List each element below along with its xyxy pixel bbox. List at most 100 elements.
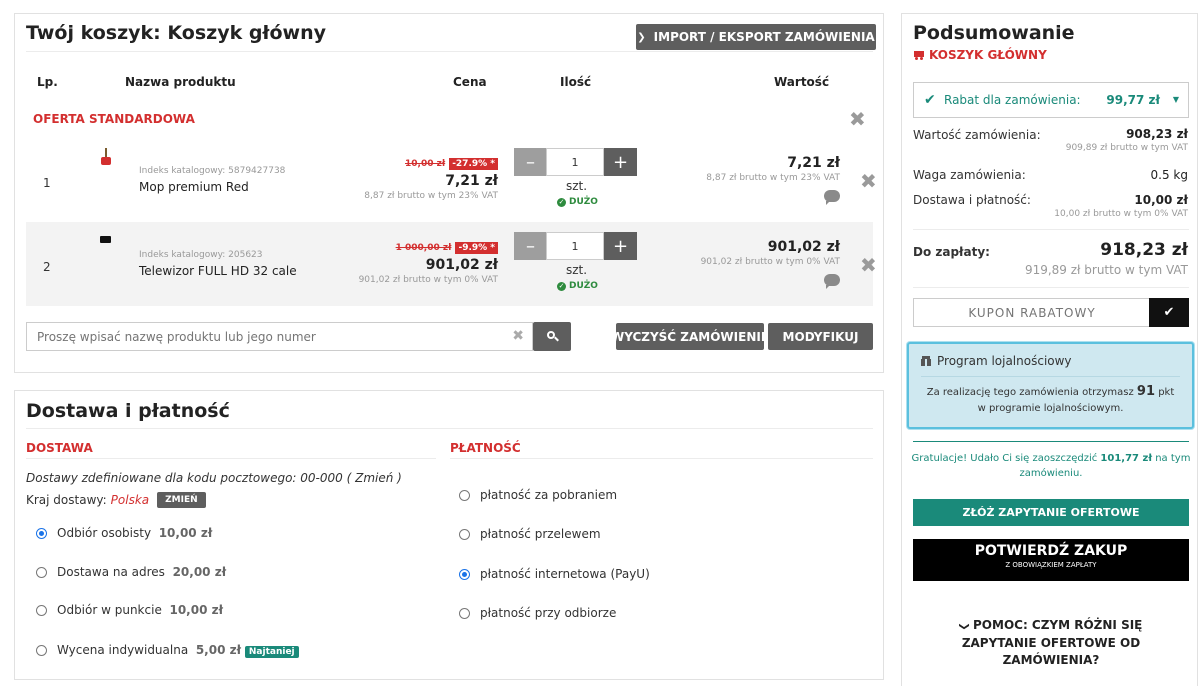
product-thumbnail[interactable] [100, 148, 112, 166]
order-value-gross: 909,89 zł brutto w tym VAT [1065, 143, 1188, 153]
postal-note[interactable]: Dostawy zdefiniowane dla kodu pocztowego… [26, 471, 402, 485]
option-pickup[interactable]: Odbiór osobisty 10,00 zł [57, 526, 212, 540]
product-thumbnail[interactable] [100, 236, 111, 243]
radio-payu[interactable] [459, 569, 470, 580]
option-name: Odbiór w punkcie [57, 603, 162, 617]
comment-icon[interactable] [824, 274, 840, 289]
remove-item-icon[interactable]: ✖ [860, 255, 877, 275]
coupon-field: ✔ [913, 298, 1189, 327]
remove-offer-icon[interactable]: ✖ [849, 109, 866, 129]
summary-panel: Podsumowanie KOSZYK GŁÓWNY ✔ Rabat dla z… [901, 13, 1198, 686]
discount-badge: -27.9% * [449, 158, 498, 170]
summary-cart-name: KOSZYK GŁÓWNY [913, 48, 1047, 62]
congrats-text: Gratulacje! Udało Ci się zaoszczędzić 10… [908, 451, 1194, 481]
help-line-2: ZAPYTANIE OFERTOWE OD [961, 636, 1141, 650]
congrats-text-2: na tym [1155, 453, 1191, 464]
import-export-label: IMPORT / EKSPORT ZAMÓWIENIA [653, 30, 875, 44]
qty-increment-button[interactable]: + [604, 232, 637, 260]
coupon-input[interactable] [914, 299, 1150, 326]
shipping-value: 10,00 zł [1134, 193, 1188, 207]
cheapest-badge: Najtaniej [244, 646, 299, 658]
radio-address[interactable] [36, 567, 47, 578]
row-value: 901,02 zł [767, 239, 840, 255]
apply-coupon-button[interactable]: ✔ [1149, 298, 1189, 327]
confirm-purchase-button[interactable]: POTWIERDŹ ZAKUP Z OBOWIĄZKIEM ZAPŁATY [913, 539, 1189, 581]
option-price: 20,00 zł [172, 565, 227, 579]
discount-label: Rabat dla zamówienia: [944, 93, 1081, 107]
help-line-3: ZAMÓWIENIA? [1002, 653, 1100, 667]
clear-order-button[interactable]: WYCZYŚĆ ZAMÓWIENIE [611, 323, 769, 350]
discount-value: 99,77 zł [1106, 93, 1160, 107]
radio-cod[interactable] [459, 490, 470, 501]
weight-value: 0.5 kg [1150, 168, 1188, 182]
radio-transfer[interactable] [459, 529, 470, 540]
loyalty-points: 91 [1136, 384, 1156, 399]
search-button[interactable] [533, 322, 571, 351]
offer-label: OFERTA STANDARDOWA [33, 112, 195, 126]
product-name[interactable]: Telewizor FULL HD 32 cale [139, 264, 297, 278]
col-lp: Lp. [37, 75, 58, 89]
loyalty-text: Za realizację tego zamówienia otrzymasz … [909, 384, 1192, 417]
country-label: Kraj dostawy: [26, 493, 107, 507]
col-name: Nazwa produktu [125, 75, 236, 89]
radio-individual[interactable] [36, 645, 47, 656]
remove-item-icon[interactable]: ✖ [860, 171, 877, 191]
product-search-input[interactable] [27, 323, 507, 350]
total-label: Do zapłaty: [913, 245, 990, 259]
radio-point[interactable] [36, 605, 47, 616]
qty-unit: szt. [566, 263, 588, 277]
option-individual[interactable]: Wycena indywidualna 5,00 zł Najtaniej [57, 643, 299, 658]
total-gross: 919,89 zł brutto w tym VAT [1024, 263, 1188, 277]
comment-icon[interactable] [824, 190, 840, 205]
loyalty-text-1: Za realizację tego zamówienia otrzymasz [926, 387, 1134, 398]
old-price: 1 000,00 zł [395, 243, 452, 253]
qty-decrement-button[interactable]: – [514, 148, 547, 176]
congrats-amount: 101,77 zł [1100, 453, 1153, 464]
option-name: Dostawa na adres [57, 565, 165, 579]
qty-input[interactable] [546, 148, 604, 176]
col-value: Wartość [774, 75, 830, 89]
chevron-down-icon: ❯ [637, 31, 646, 43]
delivery-panel: Dostawa i płatność DOSTAWA PŁATNOŚĆ Dost… [14, 390, 884, 680]
cart-icon [913, 50, 925, 60]
gift-icon [921, 356, 931, 366]
payment-on-receipt[interactable]: płatność przy odbiorze [480, 606, 616, 620]
payment-transfer[interactable]: płatność przelewem [480, 527, 601, 541]
chevron-down-icon: ❯ [958, 622, 970, 631]
clear-search-icon[interactable]: ✖ [512, 328, 524, 344]
request-quote-button[interactable]: ZŁÓŻ ZAPYTANIE OFERTOWE [913, 499, 1189, 526]
delivery-section-label: DOSTAWA [26, 441, 93, 455]
row-lp: 1 [43, 176, 51, 190]
confirm-label: POTWIERDŹ ZAKUP [974, 543, 1128, 559]
help-toggle[interactable]: ❯ POMOC: CZYM RÓŻNI SIĘ ZAPYTANIE OFERTOW… [908, 617, 1194, 669]
discount-badge: -9.9% * [455, 242, 498, 254]
row-value-gross: 8,87 zł brutto w tym 23% VAT [706, 173, 840, 183]
country-row: Kraj dostawy: Polska ZMIEŃ [26, 492, 206, 508]
unit-price: 901,02 zł [425, 257, 498, 273]
qty-input[interactable] [546, 232, 604, 260]
payment-payu[interactable]: płatność internetowa (PayU) [480, 567, 650, 581]
payment-cod[interactable]: płatność za pobraniem [480, 488, 617, 502]
col-qty: Ilość [560, 75, 592, 89]
radio-pickup[interactable] [36, 528, 47, 539]
cart-title: Twój koszyk: Koszyk główny [26, 22, 327, 44]
discount-dropdown[interactable]: ✔ Rabat dla zamówienia: 99,77 zł ▼ [913, 82, 1189, 118]
option-address[interactable]: Dostawa na adres 20,00 zł [57, 565, 226, 579]
import-export-button[interactable]: ❯ IMPORT / EKSPORT ZAMÓWIENIA [636, 24, 876, 50]
qty-decrement-button[interactable]: – [514, 232, 547, 260]
total-value: 918,23 zł [1100, 240, 1188, 260]
qty-unit: szt. [566, 179, 588, 193]
product-name[interactable]: Mop premium Red [139, 180, 249, 194]
order-value-label: Wartość zamówienia: [913, 128, 1041, 142]
option-name: Odbiór osobisty [57, 526, 152, 540]
modify-button[interactable]: MODYFIKUJ [768, 323, 873, 350]
option-point[interactable]: Odbiór w punkcie 10,00 zł [57, 603, 223, 617]
qty-increment-button[interactable]: + [604, 148, 637, 176]
check-icon: ✔ [924, 92, 936, 108]
option-price: 10,00 zł [158, 526, 213, 540]
congrats-text-1: Gratulacje! Udało Ci się zaoszczędzić [911, 453, 1098, 464]
change-country-button[interactable]: ZMIEŃ [157, 492, 206, 508]
loyalty-header: Program lojalnościowy [921, 354, 1072, 368]
radio-on-receipt[interactable] [459, 608, 470, 619]
col-price: Cena [453, 75, 487, 89]
